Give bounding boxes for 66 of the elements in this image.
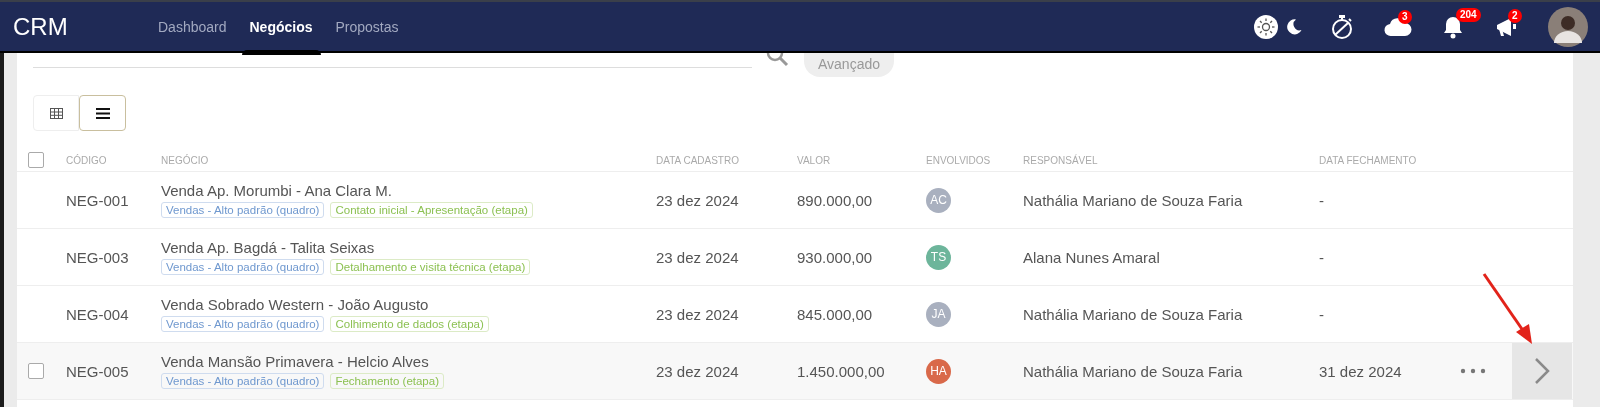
select-all-checkbox[interactable] xyxy=(28,152,44,168)
deal-code: NEG-005 xyxy=(66,362,129,380)
app-title: CRM xyxy=(13,12,69,41)
sun-icon[interactable] xyxy=(1254,14,1278,39)
deal-code: NEG-004 xyxy=(66,305,129,323)
column-header: RESPONSÁVEL xyxy=(1023,154,1098,166)
created-date: 23 dez 2024 xyxy=(656,305,739,323)
deal-title: Venda Ap. Bagdá - Talita Seixas xyxy=(161,239,375,256)
created-date: 23 dez 2024 xyxy=(656,362,739,380)
participant-avatar: TS xyxy=(926,244,951,270)
table-row[interactable]: NEG-005 Venda Mansão Primavera - Helcio Alves Vendas - Alto padrão (quadro) Fechamento (etapa) 23 dez 2024 1.450.000,00 HA Nathália Mariano de Souza Faria 31 dez 2024 xyxy=(17,343,1573,400)
closing-date: - xyxy=(1319,191,1324,209)
table-row[interactable]: NEG-003 Venda Ap. Bagdá - Talita Seixas Vendas - Alto padrão (quadro) Detalhamento e visita técnica (etapa) 23 dez 2024 930.000,00 TS Alana Nunes Amaral - xyxy=(17,229,1573,286)
board-tag: Vendas - Alto padrão (quadro) xyxy=(161,373,325,389)
column-header: ENVOLVIDOS xyxy=(926,154,991,166)
participant-avatar: AC xyxy=(926,187,951,213)
created-date: 23 dez 2024 xyxy=(656,248,739,266)
board-tag: Vendas - Alto padrão (quadro) xyxy=(161,202,325,218)
stopwatch-icon[interactable] xyxy=(1330,13,1354,40)
column-header: VALOR xyxy=(797,154,831,166)
count-badge: 2 xyxy=(1508,8,1522,23)
board-tag: Vendas - Alto padrão (quadro) xyxy=(161,316,325,332)
avatar[interactable] xyxy=(1548,6,1588,47)
column-header: DATA FECHAMENTO xyxy=(1319,154,1417,166)
nav-tab[interactable]: Propostas xyxy=(335,18,399,35)
participant-avatar: JA xyxy=(926,301,951,327)
deal-title: Venda Sobrado Western - João Augusto xyxy=(161,296,429,313)
column-header: CÓDIGO xyxy=(66,154,107,166)
table-grid-icon xyxy=(49,107,63,119)
nav-tab[interactable]: Negócios xyxy=(249,18,313,35)
more-icon[interactable] xyxy=(1460,368,1486,374)
deal-value: 845.000,00 xyxy=(797,305,873,323)
deal-title: Venda Mansão Primavera - Helcio Alves xyxy=(161,353,429,370)
deal-value: 890.000,00 xyxy=(797,191,873,209)
closing-date: 31 dez 2024 xyxy=(1319,362,1402,380)
owner-name: Nathália Mariano de Souza Faria xyxy=(1023,305,1243,323)
row-checkbox[interactable] xyxy=(28,363,44,379)
deal-value: 1.450.000,00 xyxy=(797,362,885,380)
stage-tag: Colhimento de dados (etapa) xyxy=(330,316,489,332)
created-date: 23 dez 2024 xyxy=(656,191,739,209)
closing-date: - xyxy=(1319,248,1324,266)
search-icon[interactable] xyxy=(766,53,790,67)
count-badge: 3 xyxy=(1398,9,1412,24)
stage-tag: Detalhamento e visita técnica (etapa) xyxy=(330,259,531,275)
deal-value: 930.000,00 xyxy=(797,248,873,266)
list-icon xyxy=(95,107,110,119)
board-tag: Vendas - Alto padrão (quadro) xyxy=(161,259,325,275)
deal-code: NEG-003 xyxy=(66,248,129,266)
closing-date: - xyxy=(1319,305,1324,323)
deal-title: Venda Ap. Morumbi - Ana Clara M. xyxy=(161,182,392,199)
stage-tag: Fechamento (etapa) xyxy=(330,373,444,389)
open-deal-button[interactable] xyxy=(1512,343,1572,399)
deal-code: NEG-001 xyxy=(66,191,129,209)
owner-name: Nathália Mariano de Souza Faria xyxy=(1023,362,1243,380)
column-header: NEGÓCIO xyxy=(161,154,209,166)
stage-tag: Contato inicial - Apresentação (etapa) xyxy=(330,202,533,218)
list-view-button[interactable] xyxy=(79,95,126,131)
owner-name: Alana Nunes Amaral xyxy=(1023,248,1160,266)
table-row[interactable]: NEG-001 Venda Ap. Morumbi - Ana Clara M. Vendas - Alto padrão (quadro) Contato inicial - Apresentação (etapa) 23 dez 2024 890.000,00 AC Nathália Mariano de Souza Faria - xyxy=(17,172,1573,229)
chevron-right-icon xyxy=(1534,357,1550,385)
owner-name: Nathália Mariano de Souza Faria xyxy=(1023,191,1243,209)
participant-avatar: HA xyxy=(926,358,951,384)
column-header: DATA CADASTRO xyxy=(656,154,739,166)
nav-tab[interactable]: Dashboard xyxy=(158,18,227,35)
count-badge: 204 xyxy=(1456,7,1481,22)
table-view-button[interactable] xyxy=(33,95,79,131)
